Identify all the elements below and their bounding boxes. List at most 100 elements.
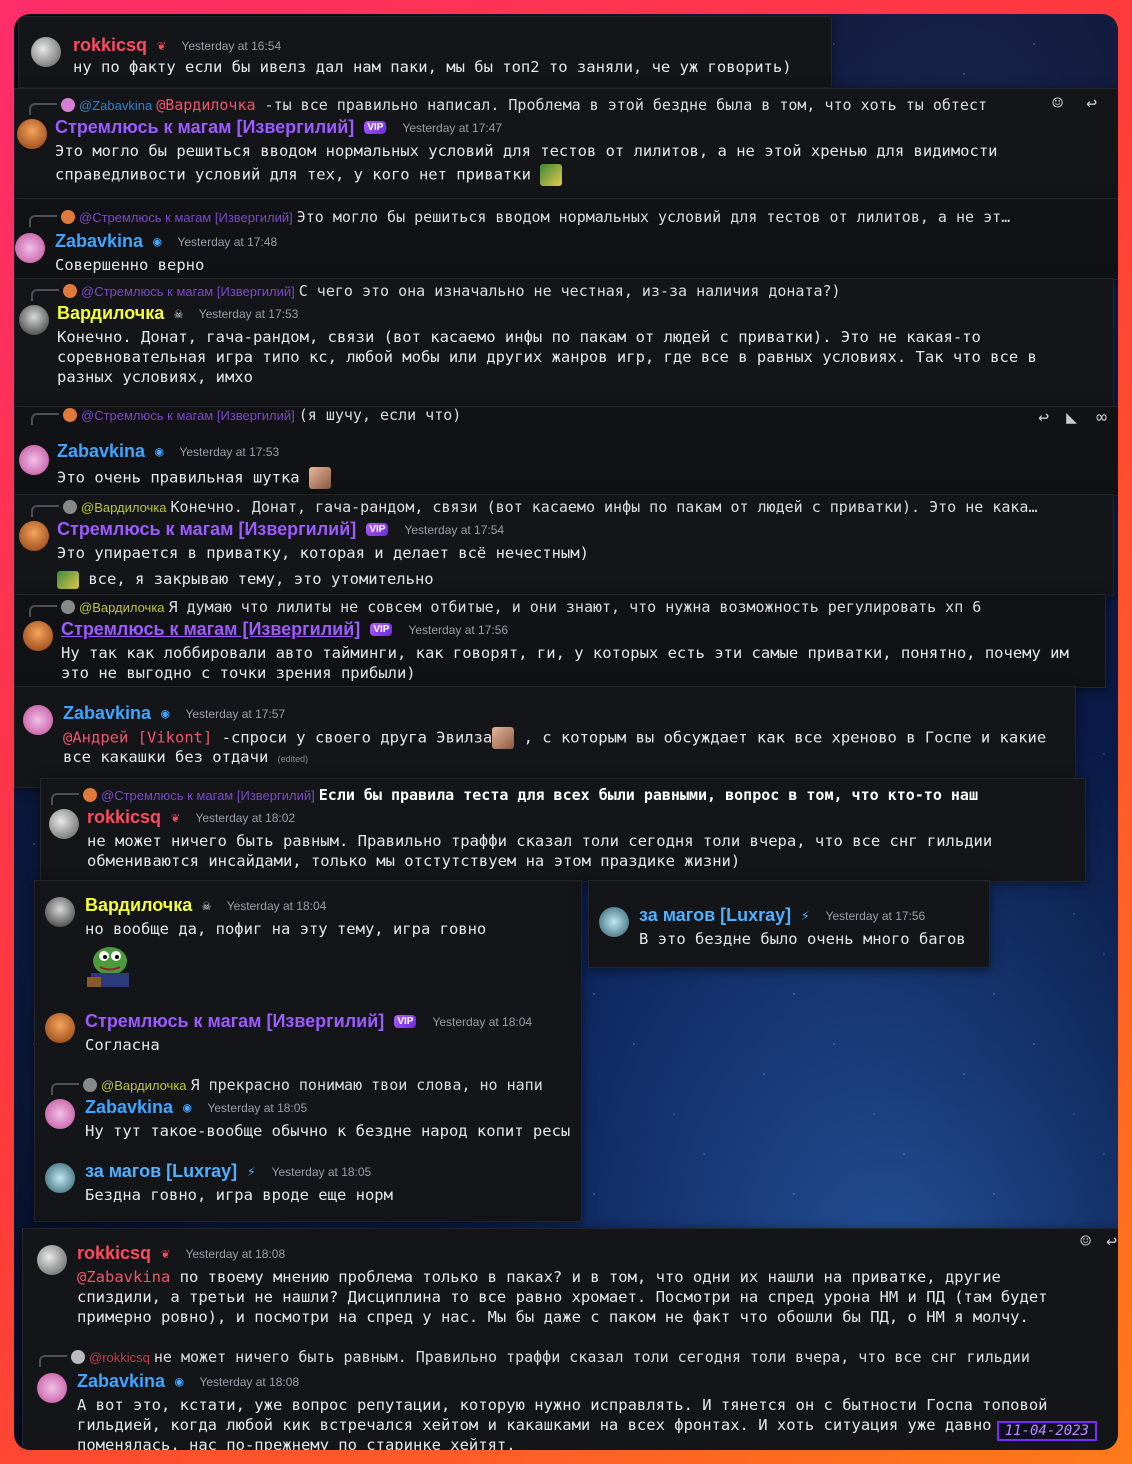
reply-arrow-icon[interactable]: ↩ xyxy=(1038,407,1049,428)
message-text: Это могло бы решиться вводом нормальных … xyxy=(55,142,998,160)
sticker-icon[interactable]: ◣ xyxy=(1066,407,1077,428)
link-icon[interactable]: ∞ xyxy=(1096,407,1107,428)
reply-preview[interactable]: @Стремлюсь к магам [Извергилий] С чего э… xyxy=(31,281,1091,301)
timestamp: Yesterday at 18:08 xyxy=(199,1374,300,1389)
timestamp: Yesterday at 18:04 xyxy=(226,898,327,913)
reply-preview[interactable]: @Вардилочка Я думаю что лилиты не совсем… xyxy=(29,597,1089,617)
username-rokkicsq[interactable]: rokkicsq xyxy=(77,1243,151,1264)
mention[interactable]: @Андрей [Vikont] xyxy=(63,729,212,747)
reply-author[interactable]: @Стремлюсь к магам [Извергилий] xyxy=(81,408,295,423)
username-rokkicsq[interactable]: rokkicsq xyxy=(73,35,147,56)
username-vardilochka[interactable]: Вардилочка xyxy=(85,895,192,916)
reply-avatar xyxy=(61,600,75,614)
avatar-stremlyus[interactable] xyxy=(23,621,53,651)
message-panel-3: @Стремлюсь к магам [Извергилий] Это могл… xyxy=(14,198,1118,280)
avatar-zabavkina[interactable] xyxy=(19,445,49,475)
reply-avatar xyxy=(61,210,75,224)
username-zabavkina[interactable]: Zabavkina xyxy=(77,1371,165,1392)
reply-author[interactable]: @Стремлюсь к магам [Извергилий] xyxy=(79,210,293,225)
avatar-luxray[interactable] xyxy=(45,1163,75,1193)
reply-author[interactable]: @Вардилочка xyxy=(81,500,167,515)
message-text: А вот это, кстати, уже вопрос репутации,… xyxy=(77,1396,1048,1414)
username-stremlyus[interactable]: Стремлюсь к магам [Извергилий] xyxy=(85,1011,384,1032)
avatar-rokkicsq[interactable] xyxy=(37,1245,67,1275)
reply-preview[interactable]: @Стремлюсь к магам [Извергилий] Если бы … xyxy=(51,785,1081,805)
username-stremlyus[interactable]: Стремлюсь к магам [Извергилий] xyxy=(55,117,354,138)
avatar-rokkicsq[interactable] xyxy=(31,37,61,67)
message-panel-10: Вардилочка ☠ Yesterday at 18:04 но вообщ… xyxy=(34,880,582,1222)
reply-preview[interactable]: @rokkicsq не может ничего быть равным. П… xyxy=(39,1347,1111,1367)
reply-avatar xyxy=(63,500,77,514)
mention[interactable]: @Zabavkina xyxy=(77,1268,170,1286)
face-emoji-icon xyxy=(308,467,331,489)
reply-hook xyxy=(51,793,79,805)
username-luxray[interactable]: за магов [Luxray] xyxy=(639,905,791,926)
reply-preview[interactable]: @Вардилочка Конечно. Донат, гача-рандом,… xyxy=(31,497,1103,517)
reply-preview[interactable]: @Вардилочка Я прекрасно понимаю твои сло… xyxy=(51,1075,581,1095)
mention[interactable]: @Вардилочка xyxy=(156,96,255,114)
timestamp: Yesterday at 18:02 xyxy=(195,810,296,825)
avatar-stremlyus[interactable] xyxy=(17,119,47,149)
avatar-vardilochka[interactable] xyxy=(19,305,49,335)
reply-arrow-icon[interactable]: ↩ xyxy=(1106,1231,1117,1252)
avatar-zabavkina[interactable] xyxy=(45,1099,75,1129)
avatar-vardilochka[interactable] xyxy=(45,897,75,927)
reply-author[interactable]: @Вардилочка xyxy=(101,1078,187,1093)
reply-hook xyxy=(31,289,59,301)
reply-author[interactable]: @Zabavkina xyxy=(79,98,152,113)
reply-text: не может ничего быть равным. Правильно т… xyxy=(153,1348,1030,1366)
reply-preview[interactable]: @Стремлюсь к магам [Извергилий] (я шучу,… xyxy=(31,406,931,425)
timestamp: Yesterday at 17:56 xyxy=(825,908,926,923)
reply-preview[interactable]: @Zabavkina @Вардилочка -ты все правильно… xyxy=(29,95,1069,115)
demon-badge-icon: ❦ xyxy=(157,37,166,54)
reply-arrow-icon[interactable]: ↩ xyxy=(1086,93,1097,114)
timestamp: Yesterday at 18:04 xyxy=(432,1014,533,1029)
username-stremlyus[interactable]: Стремлюсь к магам [Извергилий] xyxy=(57,519,356,540)
avatar-zabavkina[interactable] xyxy=(37,1373,67,1403)
avatar-zabavkina[interactable] xyxy=(15,233,45,263)
timestamp: Yesterday at 16:54 xyxy=(181,38,282,53)
message-panel-4: @Стремлюсь к магам [Извергилий] С чего э… xyxy=(14,278,1114,408)
message-text: Ну тут такое-вообще обычно к бездне наро… xyxy=(85,1122,571,1140)
reply-hook xyxy=(29,103,57,115)
message-panel-6: @Вардилочка Конечно. Донат, гача-рандом,… xyxy=(14,494,1114,596)
username-zabavkina[interactable]: Zabavkina xyxy=(55,231,143,252)
avatar-rokkicsq[interactable] xyxy=(49,809,79,839)
verified-badge-icon: ◉ xyxy=(155,443,164,460)
username-rokkicsq[interactable]: rokkicsq xyxy=(87,807,161,828)
avatar-stremlyus[interactable] xyxy=(19,521,49,551)
reply-avatar xyxy=(71,1350,85,1364)
username-zabavkina[interactable]: Zabavkina xyxy=(57,441,145,462)
reply-author[interactable]: @rokkicsq xyxy=(89,1350,150,1365)
edited-label: (edited) xyxy=(277,754,309,764)
username-zabavkina[interactable]: Zabavkina xyxy=(63,703,151,724)
emoji-icon xyxy=(540,164,563,186)
avatar-luxray[interactable] xyxy=(599,907,629,937)
avatar-zabavkina[interactable] xyxy=(23,705,53,735)
timestamp: Yesterday at 17:53 xyxy=(198,306,299,321)
reply-text: Если бы правила теста для всех были равн… xyxy=(318,786,978,804)
lightning-badge-icon: ⚡ xyxy=(247,1163,256,1180)
reply-text: (я шучу, если что) xyxy=(298,406,462,424)
reply-avatar xyxy=(83,788,97,802)
timestamp: Yesterday at 17:47 xyxy=(402,120,503,135)
reply-hook xyxy=(29,215,57,227)
reply-avatar xyxy=(63,284,77,298)
reply-author[interactable]: @Стремлюсь к магам [Извергилий] xyxy=(101,788,315,803)
reply-author[interactable]: @Вардилочка xyxy=(79,600,165,615)
reply-hook xyxy=(51,1083,79,1095)
reply-author[interactable]: @Стремлюсь к магам [Извергилий] xyxy=(81,284,295,299)
username-stremlyus[interactable]: Стремлюсь к магам [Извергилий] xyxy=(61,619,360,640)
username-luxray[interactable]: за магов [Luxray] xyxy=(85,1161,237,1182)
add-reaction-icon[interactable]: ☺ xyxy=(1052,93,1063,114)
add-reaction-icon[interactable]: ☺ xyxy=(1080,1231,1091,1252)
timestamp: Yesterday at 18:05 xyxy=(207,1100,308,1115)
message-text: Согласна xyxy=(85,1036,160,1054)
avatar-stremlyus[interactable] xyxy=(45,1013,75,1043)
reply-avatar xyxy=(63,408,77,422)
message-text: не может ничего быть равным. Правильно т… xyxy=(87,832,993,850)
username-zabavkina[interactable]: Zabavkina xyxy=(85,1097,173,1118)
username-vardilochka[interactable]: Вардилочка xyxy=(57,303,164,324)
reply-preview[interactable]: @Стремлюсь к магам [Извергилий] Это могл… xyxy=(29,207,1109,227)
message-text: Это очень правильная шутка xyxy=(57,468,300,487)
